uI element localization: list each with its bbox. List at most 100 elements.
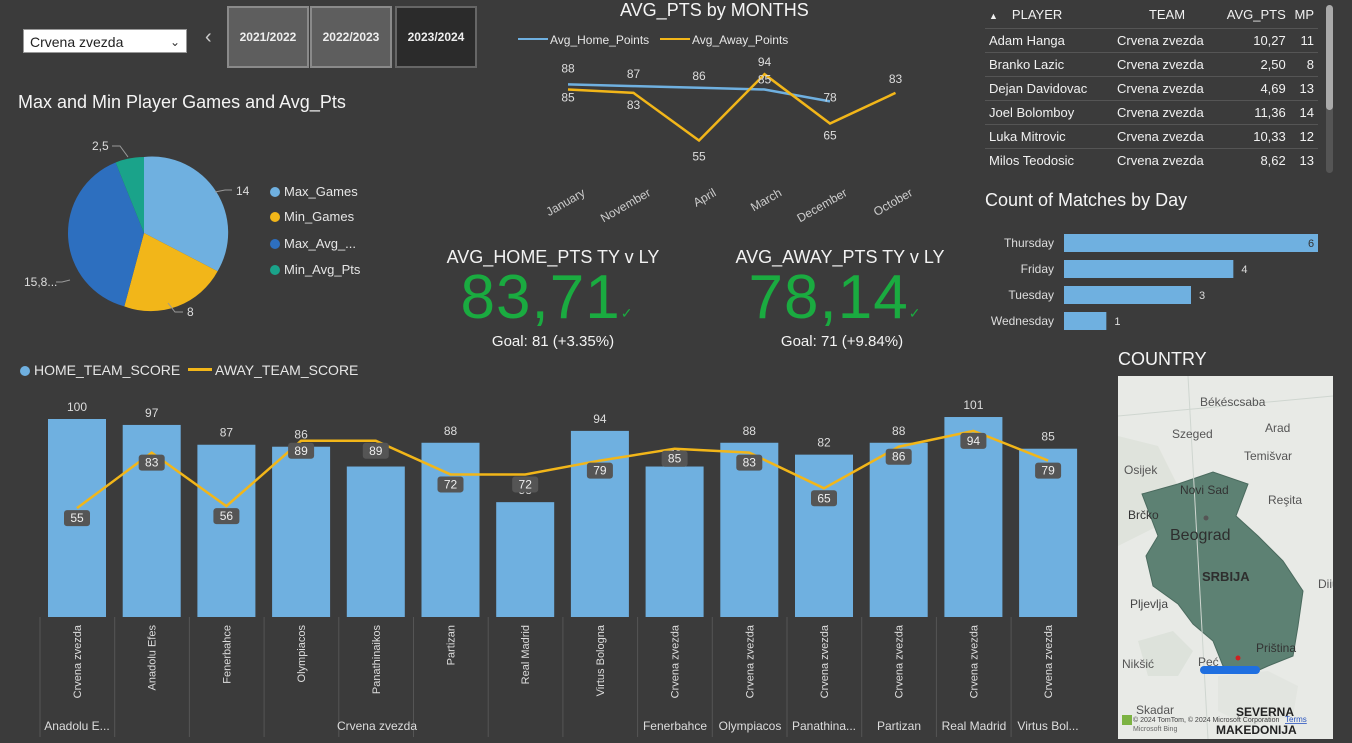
legend-home-score[interactable]: HOME_TEAM_SCORE (20, 362, 180, 378)
legend-label: Avg_Away_Points (692, 33, 789, 47)
cell: Crvena zvezda (1113, 148, 1221, 172)
x-tick-label: Crvena zvezda (744, 624, 756, 698)
table-row[interactable]: Branko Lazic Crvena zvezda 2,50 8 (985, 52, 1318, 77)
bar-label: 88 (444, 424, 458, 438)
x-tick-label: Crvena zvezda (1043, 624, 1055, 698)
legend-max-games[interactable]: Max_Games (270, 184, 358, 199)
bar (346, 466, 405, 617)
line-label: 89 (294, 444, 308, 458)
table-row[interactable]: Adam Hanga Crvena zvezda 10,27 11 (985, 28, 1318, 53)
data-label: 88 (561, 61, 575, 75)
kpi-home-number: 83,71 (460, 263, 621, 332)
days-chart-title: Count of Matches by Day (985, 190, 1188, 210)
cell: 10,33 (1221, 124, 1290, 149)
months-chart-title: AVG_PTS by MONTHS (620, 0, 809, 20)
country-map[interactable]: Békéscsaba Arad Szeged Temišvar Osijek N… (1118, 376, 1333, 739)
legend-label: HOME_TEAM_SCORE (34, 362, 181, 378)
team-slicer[interactable]: Crvena zvezda ⌄ (23, 29, 187, 53)
map-svg: Békéscsaba Arad Szeged Temišvar Osijek N… (1118, 376, 1333, 739)
checkmark-icon: ✓ (620, 305, 634, 321)
map-city: Pljevlja (1130, 597, 1168, 611)
x-tick-label: Partizan (446, 625, 458, 665)
map-marker (1235, 655, 1241, 661)
table-row[interactable]: Joel Bolomboy Crvena zvezda 11,36 14 (985, 100, 1318, 125)
x-group-label: Crvena zvezda (337, 719, 417, 733)
data-label: 6 (1308, 238, 1314, 250)
col-team[interactable]: TEAM (1113, 0, 1221, 29)
data-label: 83 (889, 72, 903, 86)
bar (1064, 234, 1318, 252)
cell: 13 (1289, 148, 1318, 172)
data-label: 94 (758, 55, 772, 69)
bar-label: 101 (963, 398, 983, 412)
x-tick-label: January (544, 185, 588, 218)
map-city: Osijek (1124, 463, 1158, 477)
kpi-away-value: 78,14✓ (705, 262, 965, 333)
line-label: 89 (369, 444, 383, 458)
kpi-away-goal: Goal: 71 (+9.84%) (780, 333, 904, 350)
col-avg-pts[interactable]: AVG_PTS (1221, 0, 1290, 29)
line-label: 72 (444, 477, 458, 491)
bar-label: 88 (743, 424, 757, 438)
kpi-away-number: 78,14 (748, 263, 909, 332)
x-group-label: Olympiacos (719, 719, 782, 733)
chevron-down-icon[interactable]: ⌄ (170, 30, 180, 54)
bar-label: 87 (220, 426, 234, 440)
table-row[interactable]: Milos Teodosic Crvena zvezda 8,62 13 (985, 148, 1318, 172)
legend-away-points[interactable]: Avg_Away_Points (660, 33, 788, 47)
table-header: ▲ PLAYER TEAM AVG_PTS MP (985, 0, 1318, 29)
chevron-left-icon[interactable]: ‹ (205, 26, 212, 49)
slicer-value: Crvena zvezda (30, 34, 124, 50)
cell: Crvena zvezda (1113, 28, 1221, 53)
cell: Crvena zvezda (1113, 124, 1221, 149)
legend-label: Max_Games (284, 184, 358, 199)
line-label: 85 (668, 452, 682, 466)
map-bing: Microsoft Bing (1133, 726, 1177, 733)
legend-label: Max_Avg_... (284, 236, 357, 251)
map-terms-link[interactable]: Terms (1285, 715, 1307, 724)
cell: Milos Teodosic (985, 148, 1113, 172)
pie-label-max-avg: 15,8... (24, 275, 57, 289)
cell: 8 (1289, 52, 1318, 77)
player-table: ▲ PLAYER TEAM AVG_PTS MP Adam Hanga Crvena… (985, 0, 1320, 172)
map-city: Diiu (1318, 577, 1333, 591)
bar (645, 466, 704, 617)
legend-min-avg[interactable]: Min_Avg_Pts (270, 262, 360, 277)
x-tick-label: Panathinaikos (371, 625, 383, 695)
col-player[interactable]: ▲ PLAYER (985, 0, 1113, 29)
x-group-label: Real Madrid (942, 719, 1007, 733)
x-tick-label: Crvena zvezda (670, 624, 682, 698)
season-button-2023[interactable]: 2023/2024 (395, 6, 477, 68)
bar-label: 82 (817, 436, 831, 450)
legend-max-avg[interactable]: Max_Avg_... (270, 236, 356, 251)
bar (869, 442, 928, 617)
days-bar-chart: Thursday 6 Friday 4 Tuesday 3 Wednesday 1 (991, 234, 1318, 330)
season-button-2022[interactable]: 2022/2023 (310, 6, 392, 68)
scrollbar-thumb[interactable] (1326, 5, 1333, 110)
legend-home-points[interactable]: Avg_Home_Points (518, 33, 649, 47)
table-row[interactable]: Dejan Davidovac Crvena zvezda 4,69 13 (985, 76, 1318, 101)
kpi-home-value: 83,71✓ (417, 262, 677, 333)
sort-ascending-icon[interactable]: ▲ (989, 11, 998, 21)
line-label: 55 (70, 511, 84, 525)
legend-label: AWAY_TEAM_SCORE (215, 362, 359, 378)
map-city: Skadar (1136, 703, 1174, 717)
legend-away-score[interactable]: AWAY_TEAM_SCORE (188, 362, 358, 378)
x-tick-label: Crvena zvezda (968, 624, 980, 698)
cell: Adam Hanga (985, 28, 1113, 53)
cell: 11 (1289, 28, 1318, 53)
line-label: 79 (593, 464, 607, 478)
map-city: Brčko (1128, 508, 1159, 522)
cell: 11,36 (1221, 100, 1290, 125)
bar-label: 100 (67, 400, 87, 414)
x-tick-label: March (748, 185, 784, 214)
legend-min-games[interactable]: Min_Games (270, 209, 354, 224)
cell: 4,69 (1221, 76, 1290, 101)
col-mp[interactable]: MP (1290, 0, 1318, 29)
pie-label-min-games: 8 (187, 305, 194, 319)
bar (421, 442, 480, 617)
season-button-2021[interactable]: 2021/2022 (227, 6, 309, 68)
table-scrollbar[interactable] (1326, 5, 1333, 173)
map-city: Priština (1256, 641, 1296, 655)
table-row[interactable]: Luka Mitrovic Crvena zvezda 10,33 12 (985, 124, 1318, 149)
